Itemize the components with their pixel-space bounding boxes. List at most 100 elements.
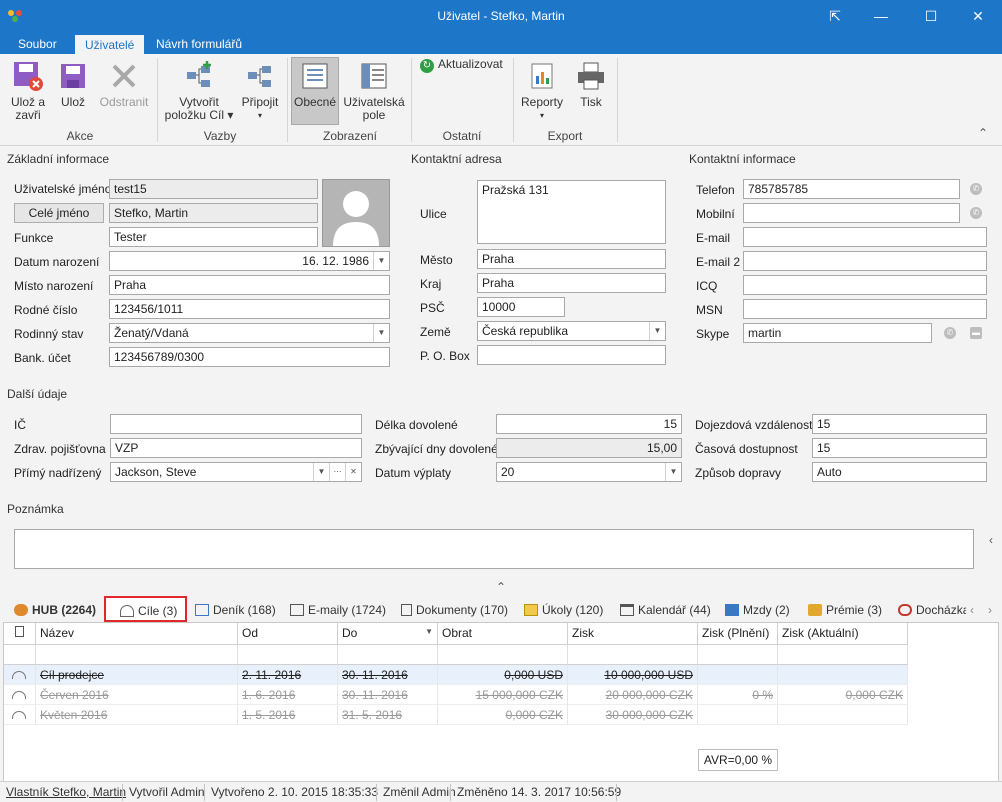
tab-dochazka[interactable]: Docházka [898,598,966,622]
tab-navrh-formularu[interactable]: Návrh formulářů [146,34,252,54]
ic-field[interactable] [110,414,362,434]
city-field[interactable]: Praha [477,249,666,269]
grid-cell-profit-fulfil[interactable] [698,665,778,685]
skype-call-icon[interactable]: ✆ [944,327,956,339]
filter-cell[interactable] [238,645,338,665]
grid-cell-from[interactable]: 1. 5. 2016 [238,705,338,725]
bank-field[interactable]: 123456789/0300 [109,347,390,367]
chevron-down-icon[interactable]: ▼ [373,252,389,270]
grid-cell-from[interactable]: 1. 6. 2016 [238,685,338,705]
grid-cell-profit-fulfil[interactable] [698,705,778,725]
pin-button[interactable]: ⇱ [812,0,858,34]
commute-field[interactable]: 15 [812,414,987,434]
close-button[interactable]: ✕ [955,0,1001,34]
payday-field[interactable]: 20 ▼ [496,462,682,482]
goal-gauge-icon[interactable] [4,665,36,685]
tab-mzdy[interactable]: Mzdy (2) [725,598,790,622]
refresh-button[interactable]: ↻ Aktualizovat [420,58,506,73]
column-header-od[interactable]: Od [238,623,338,645]
skype-field[interactable]: martin [743,323,932,343]
filter-cell[interactable] [338,645,438,665]
grid-cell-name[interactable]: Cíl prodejce [36,665,238,685]
grid-cell-to[interactable]: 30. 11. 2016 [338,665,438,685]
general-view-button[interactable]: Obecné [291,57,339,125]
user-photo[interactable] [322,179,390,247]
clear-icon[interactable]: ✕ [345,463,361,481]
grid-cell-from[interactable]: 2. 11. 2016 [238,665,338,685]
tab-premie[interactable]: Prémie (3) [808,598,882,622]
mobile-call-icon[interactable]: ✆ [970,207,982,219]
msn-field[interactable] [743,299,987,319]
tab-cile[interactable]: Cíle (3) [104,596,187,622]
transport-field[interactable]: Auto [812,462,987,482]
grid-cell-name[interactable]: Květen 2016 [36,705,238,725]
country-field[interactable]: Česká republika ▼ [477,321,666,341]
region-field[interactable]: Praha [477,273,666,293]
email-field[interactable] [743,227,987,247]
column-header-nazev[interactable]: Název [36,623,238,645]
chevron-down-icon[interactable]: ▼ [313,463,329,481]
function-field[interactable]: Tester [109,227,318,247]
grid-cell-turnover[interactable]: 0,000 USD [438,665,568,685]
birthplace-field[interactable]: Praha [109,275,390,295]
grid-cell-profit-actual[interactable]: 0,000 CZK [778,685,908,705]
tab-kalendar[interactable]: Kalendář (44) [620,598,711,622]
ellipsis-icon[interactable]: ⋯ [329,463,345,481]
tab-soubor[interactable]: Soubor [8,34,67,54]
chevron-left-icon[interactable]: ‹ [989,533,993,547]
status-owner[interactable]: Vlastník Stefko, Martin [6,785,126,799]
reports-button[interactable]: Reporty ▾ [518,58,566,122]
user-fields-button[interactable]: Uživatelská pole [343,58,405,122]
grid-cell-profit-fulfil[interactable]: 0 % [698,685,778,705]
street-field[interactable]: Pražská 131 [477,180,666,244]
goal-gauge-icon[interactable] [4,685,36,705]
create-item-button[interactable]: Vytvořit položku Cíl ▾ [163,58,235,122]
filter-cell[interactable] [778,645,908,665]
filter-cell[interactable] [698,645,778,665]
grid-cell-profit[interactable]: 20 000,000 CZK [568,685,698,705]
email2-field[interactable] [743,251,987,271]
grid-cell-profit[interactable]: 10 000,000 USD [568,665,698,685]
tabs-scroll-left[interactable]: ‹ [970,598,974,622]
tab-uzivatele[interactable]: Uživatelé [75,34,145,54]
icq-field[interactable] [743,275,987,295]
grid-cell-to[interactable]: 30. 11. 2016 [338,685,438,705]
column-header-obrat[interactable]: Obrat [438,623,568,645]
phone-field[interactable]: 785785785 [743,179,960,199]
minimize-button[interactable]: — [858,0,904,34]
column-header-do[interactable]: Do ▼ [338,623,438,645]
grid-cell-profit-actual[interactable] [778,665,908,685]
pobox-field[interactable] [477,345,666,365]
tab-emaily[interactable]: E-maily (1724) [290,598,386,622]
username-field[interactable]: test15 [109,179,318,199]
id-field[interactable]: 123456/1011 [109,299,390,319]
tab-ukoly[interactable]: Úkoly (120) [524,598,603,622]
vacation-field[interactable]: 15 [496,414,682,434]
save-button[interactable]: Ulož [55,58,91,109]
print-button[interactable]: Tisk [572,58,610,109]
mobile-field[interactable] [743,203,960,223]
fullname-button[interactable]: Celé jméno [14,203,104,223]
tab-denik[interactable]: Deník (168) [195,598,276,622]
grid-cell-to[interactable]: 31. 5. 2016 [338,705,438,725]
grid-cell-profit[interactable]: 30 000,000 CZK [568,705,698,725]
delete-button[interactable]: Odstranit [98,58,150,109]
column-header-zisk-plneni[interactable]: Zisk (Plnění) [698,623,778,645]
chevron-down-icon[interactable]: ▼ [373,324,389,342]
marital-field[interactable]: Ženatý/Vdaná ▼ [109,323,390,343]
grid-cell-turnover[interactable]: 0,000 CZK [438,705,568,725]
chevron-down-icon[interactable]: ▼ [665,463,681,481]
column-header-zisk[interactable]: Zisk [568,623,698,645]
chevron-up-icon[interactable]: ⌃ [496,580,506,594]
skype-chat-icon[interactable]: ▬ [970,327,982,339]
goal-gauge-icon[interactable] [4,705,36,725]
zip-field[interactable]: 10000 [477,297,565,317]
ribbon-collapse-icon[interactable]: ⌃ [978,126,988,140]
grid-cell-turnover[interactable]: 15 000,000 CZK [438,685,568,705]
grid-cell-profit-actual[interactable] [778,705,908,725]
tabs-scroll-right[interactable]: › [988,598,992,622]
birthdate-field[interactable]: 16. 12. 1986 ▼ [109,251,390,271]
grid-cell-name[interactable]: Červen 2016 [36,685,238,705]
filter-cell[interactable] [36,645,238,665]
filter-cell[interactable] [438,645,568,665]
